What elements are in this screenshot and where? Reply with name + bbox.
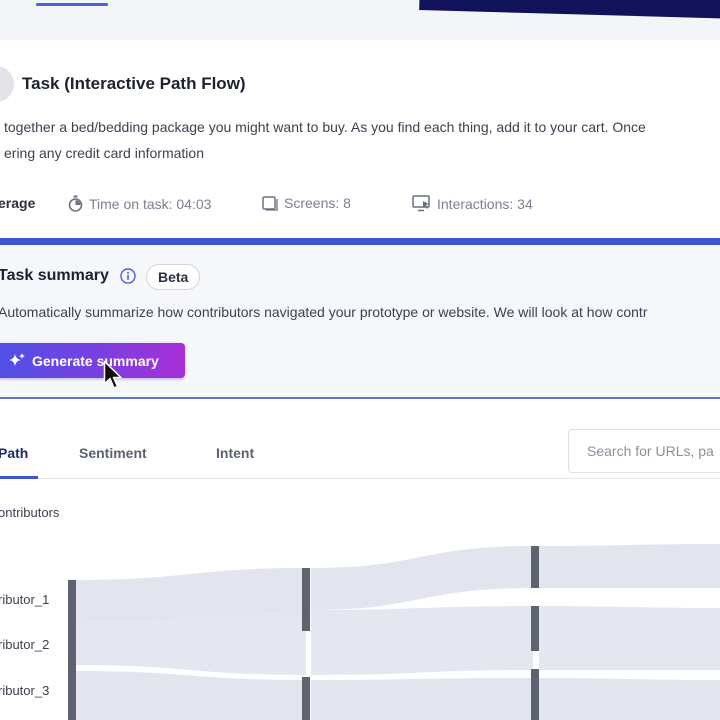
flow-band (73, 615, 306, 675)
mouse-cursor-icon (103, 360, 122, 389)
monitor-cursor-icon (412, 195, 430, 212)
tabs-divider (0, 478, 720, 479)
contributor-row-label-1: ributor_1 (0, 592, 50, 607)
screens-icon (262, 195, 278, 211)
screens-value: Screens: 8 (284, 195, 351, 211)
top-tab-indicator (36, 3, 108, 6)
contributor-row-label-3: ributor_3 (0, 683, 50, 698)
average-metric-label: erage (0, 195, 35, 211)
flow-node (68, 580, 76, 720)
task-summary-description: Automatically summarize how contributors… (0, 304, 648, 320)
flow-node (531, 606, 539, 651)
contributors-header: ontributors (0, 505, 60, 520)
flow-band (539, 678, 720, 720)
flow-band (73, 671, 306, 720)
info-icon[interactable] (120, 268, 136, 284)
flow-band (311, 678, 533, 720)
interactions-value: Interactions: 34 (437, 195, 533, 212)
tab-sentiment[interactable]: Sentiment (79, 445, 147, 461)
generate-summary-label: Generate summary (32, 352, 159, 369)
task-description-line-2: ering any credit card information (4, 145, 204, 161)
screens-metric: Screens: 8 (262, 195, 351, 211)
summary-accent-bar (0, 238, 720, 245)
flow-band (311, 606, 533, 675)
time-on-task-metric: Time on task: 04:03 (68, 195, 211, 212)
tab-path[interactable]: Path (0, 445, 28, 461)
flow-node (302, 568, 310, 631)
flow-band (73, 568, 306, 622)
task-number-badge (0, 66, 14, 102)
interactions-metric: Interactions: 34 (412, 195, 533, 212)
generate-summary-button[interactable]: Generate summary (0, 343, 185, 378)
flow-band (311, 546, 533, 610)
contributor-row-label-2: ributor_2 (0, 637, 50, 652)
stopwatch-icon (68, 195, 83, 212)
flow-node (531, 546, 539, 588)
task-description-line-1: together a bed/bedding package you might… (4, 119, 646, 135)
flow-node (531, 669, 539, 720)
path-flow-diagram[interactable] (0, 530, 720, 720)
beta-badge: Beta (146, 264, 201, 290)
search-input[interactable] (568, 429, 720, 473)
flow-band (539, 544, 720, 588)
task-summary-title: Task summary (0, 267, 109, 284)
sparkle-icon (9, 352, 25, 366)
flow-band (539, 606, 720, 670)
active-tab-indicator (0, 476, 38, 479)
time-on-task-value: Time on task: 04:03 (89, 195, 212, 212)
flow-node (302, 677, 310, 720)
task-title: Task (Interactive Path Flow) (22, 74, 246, 93)
tab-intent[interactable]: Intent (216, 445, 254, 461)
average-label: erage (0, 195, 36, 211)
